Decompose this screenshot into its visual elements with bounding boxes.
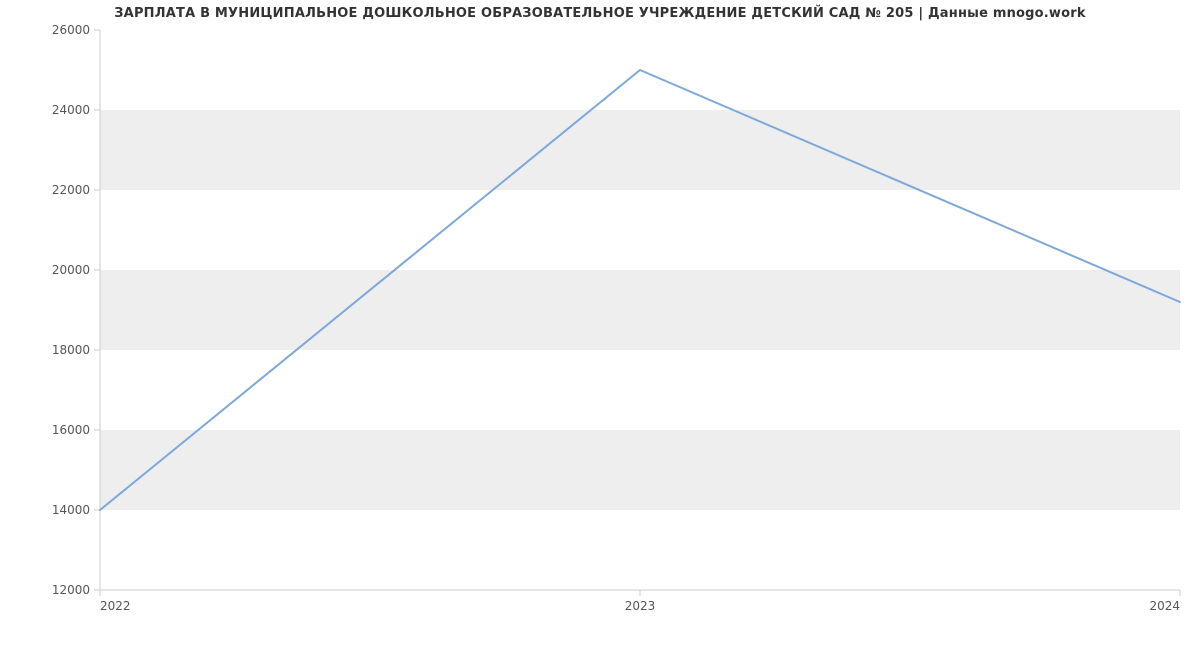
y-tick-label: 24000 — [52, 103, 90, 117]
chart-container: ЗАРПЛАТА В МУНИЦИПАЛЬНОЕ ДОШКОЛЬНОЕ ОБРА… — [0, 0, 1200, 650]
grid-band — [100, 270, 1180, 350]
y-tick-label: 20000 — [52, 263, 90, 277]
y-tick-label: 16000 — [52, 423, 90, 437]
grid-band — [100, 430, 1180, 510]
grid-band — [100, 110, 1180, 190]
y-tick-label: 18000 — [52, 343, 90, 357]
y-tick-label: 22000 — [52, 183, 90, 197]
x-tick-label: 2024 — [1149, 599, 1180, 613]
y-tick-label: 12000 — [52, 583, 90, 597]
chart-title: ЗАРПЛАТА В МУНИЦИПАЛЬНОЕ ДОШКОЛЬНОЕ ОБРА… — [0, 6, 1200, 21]
x-tick-label: 2023 — [625, 599, 656, 613]
x-tick-label: 2022 — [100, 599, 131, 613]
y-tick-label: 14000 — [52, 503, 90, 517]
y-tick-label: 26000 — [52, 23, 90, 37]
line-chart: 12000 14000 16000 18000 20000 22000 24000 26000… — [0, 0, 1200, 650]
